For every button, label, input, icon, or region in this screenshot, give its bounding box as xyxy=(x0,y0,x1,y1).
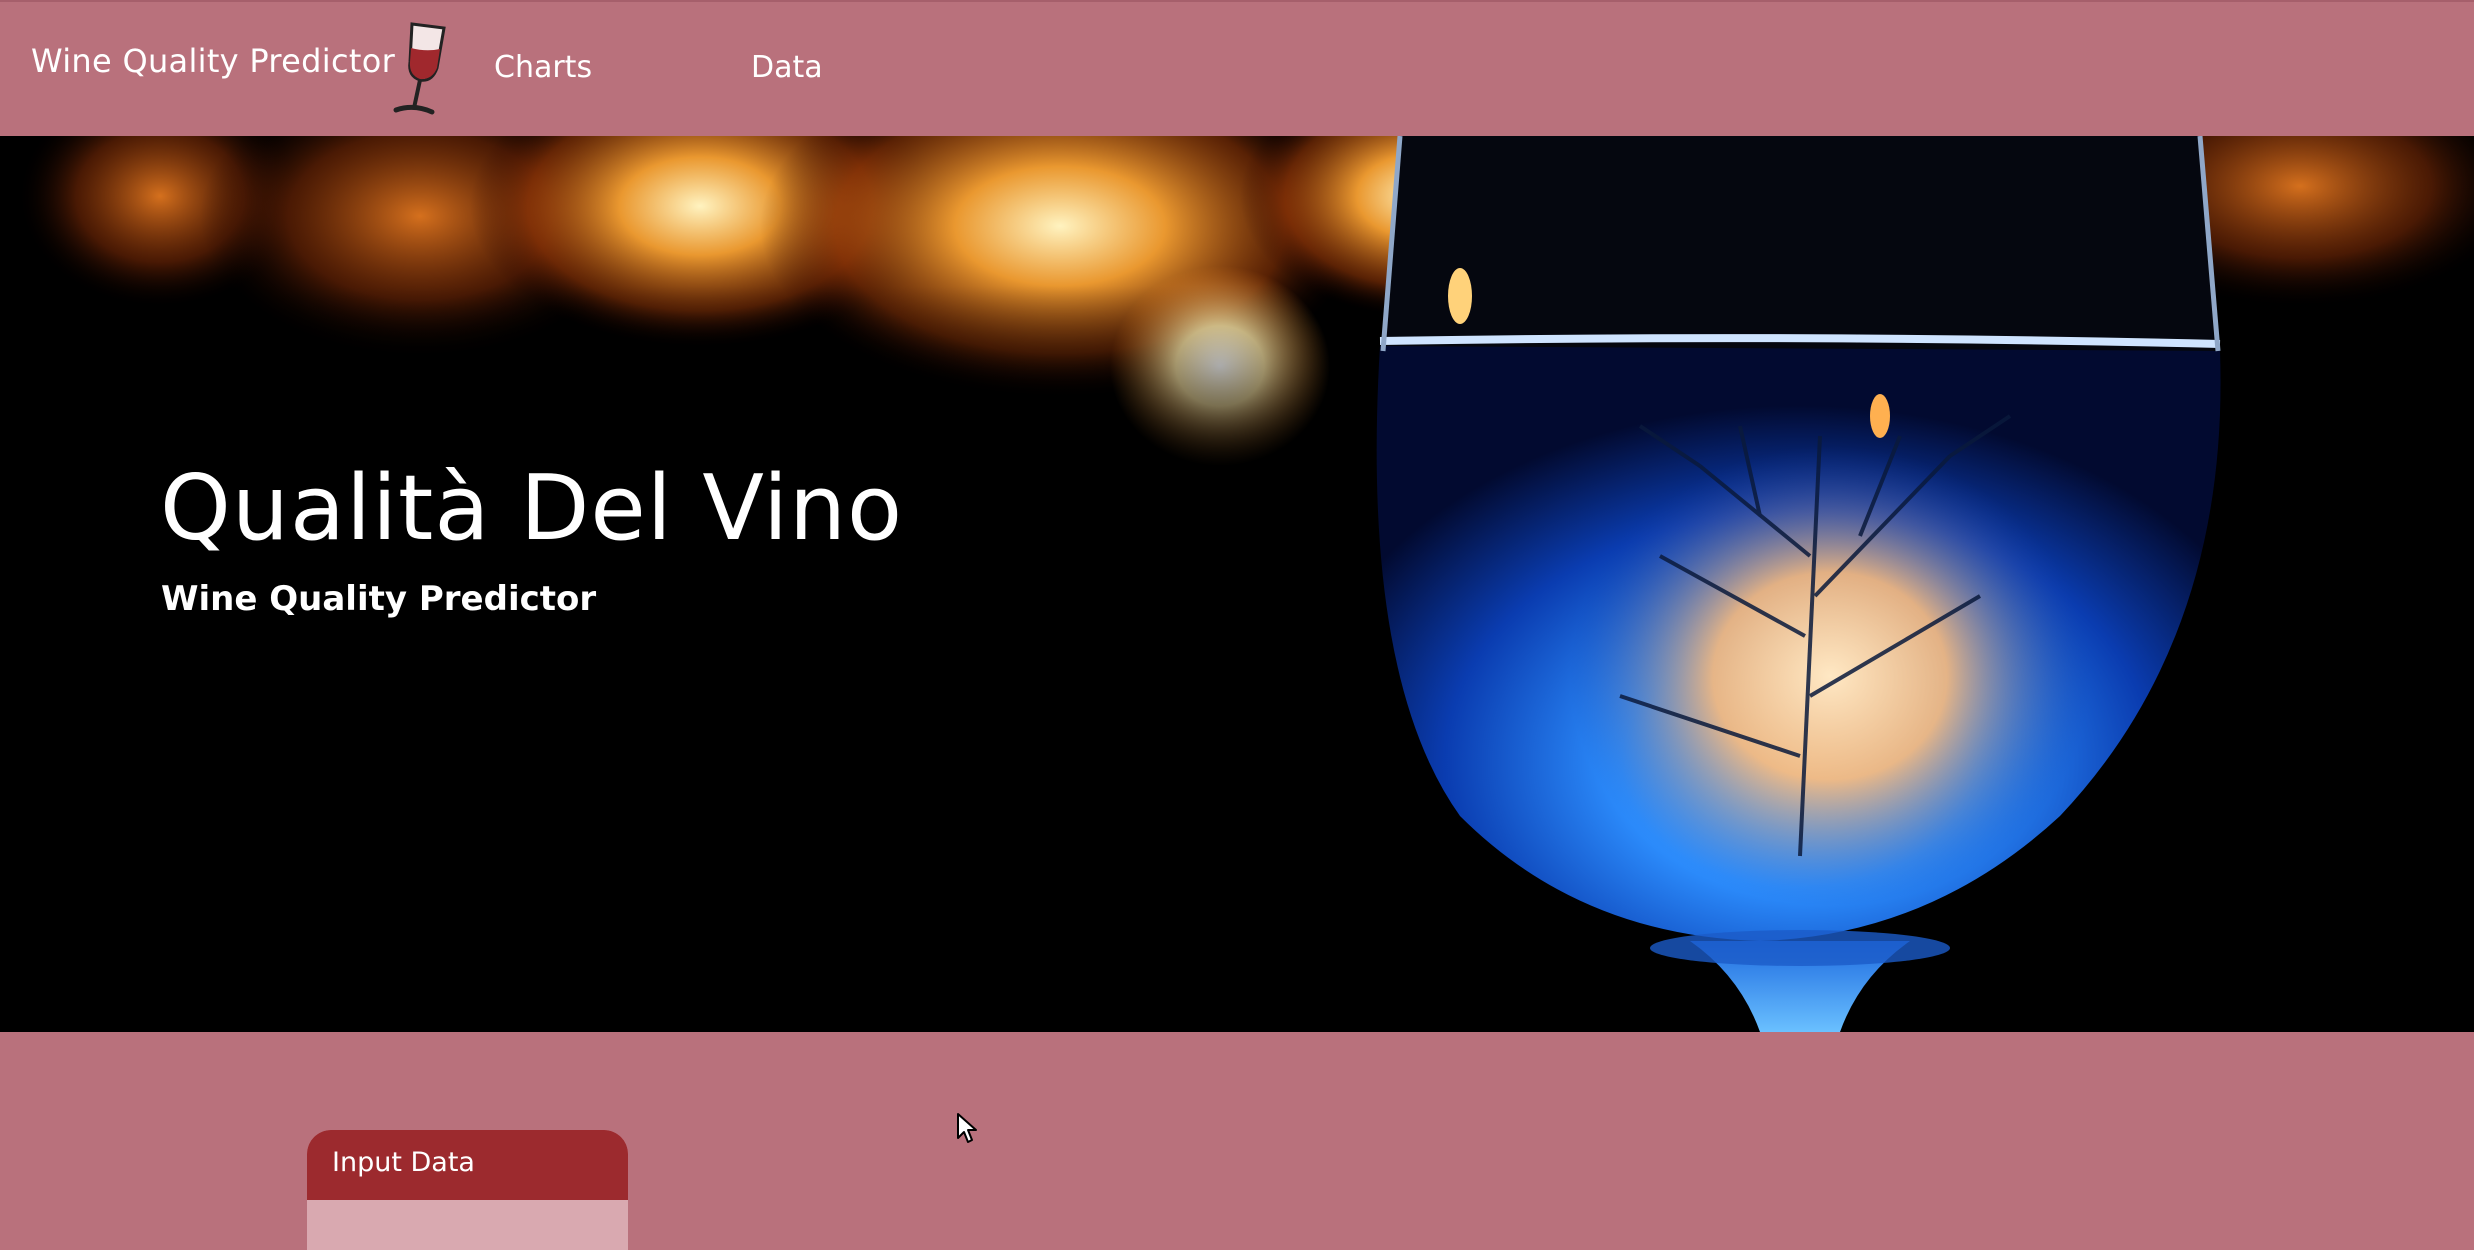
mouse-pointer-icon xyxy=(957,1113,977,1143)
nav-link-data[interactable]: Data xyxy=(751,50,823,85)
hero-title: Qualità Del Vino xyxy=(160,456,904,561)
brand-title[interactable]: Wine Quality Predictor xyxy=(31,42,395,80)
card-header-input-data[interactable]: Input Data xyxy=(307,1130,628,1200)
hero-banner: Qualità Del Vino Wine Quality Predictor xyxy=(0,136,2474,1032)
hero-subtitle: Wine Quality Predictor xyxy=(161,579,597,619)
nav-link-charts[interactable]: Charts xyxy=(494,50,592,85)
wine-glass-icon xyxy=(393,22,446,115)
input-data-card: Input Data xyxy=(307,1130,628,1250)
navbar: Wine Quality Predictor Charts Data xyxy=(0,0,2474,136)
